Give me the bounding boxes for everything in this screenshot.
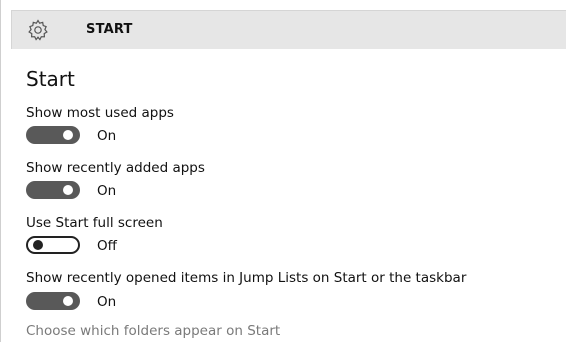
setting-label-full-screen: Use Start full screen xyxy=(26,215,163,231)
settings-window: START Start Show most used apps On Show … xyxy=(0,0,566,342)
toggle-recently-added-apps[interactable] xyxy=(26,181,80,199)
toggle-knob xyxy=(63,130,73,140)
toggle-knob xyxy=(33,240,43,250)
toggle-full-screen[interactable] xyxy=(26,236,80,254)
setting-label-most-used: Show most used apps xyxy=(26,105,174,121)
toggle-jump-lists[interactable] xyxy=(26,292,80,310)
toggle-knob xyxy=(63,296,73,306)
setting-label-jump-lists: Show recently opened items in Jump Lists… xyxy=(26,270,467,286)
toggle-state-recently-added: On xyxy=(97,183,117,199)
choose-folders-link[interactable]: Choose which folders appear on Start xyxy=(26,323,280,339)
toggle-state-jump-lists: On xyxy=(97,294,117,310)
header-title: START xyxy=(86,22,133,37)
toggle-most-used-apps[interactable] xyxy=(26,126,80,144)
toggle-state-full-screen: Off xyxy=(97,238,117,254)
toggle-knob xyxy=(63,185,73,195)
gear-icon[interactable] xyxy=(26,18,50,42)
setting-label-recently-added: Show recently added apps xyxy=(26,160,205,176)
toggle-state-most-used: On xyxy=(97,128,117,144)
page-title: Start xyxy=(26,67,75,91)
header-bar: START xyxy=(11,10,566,49)
